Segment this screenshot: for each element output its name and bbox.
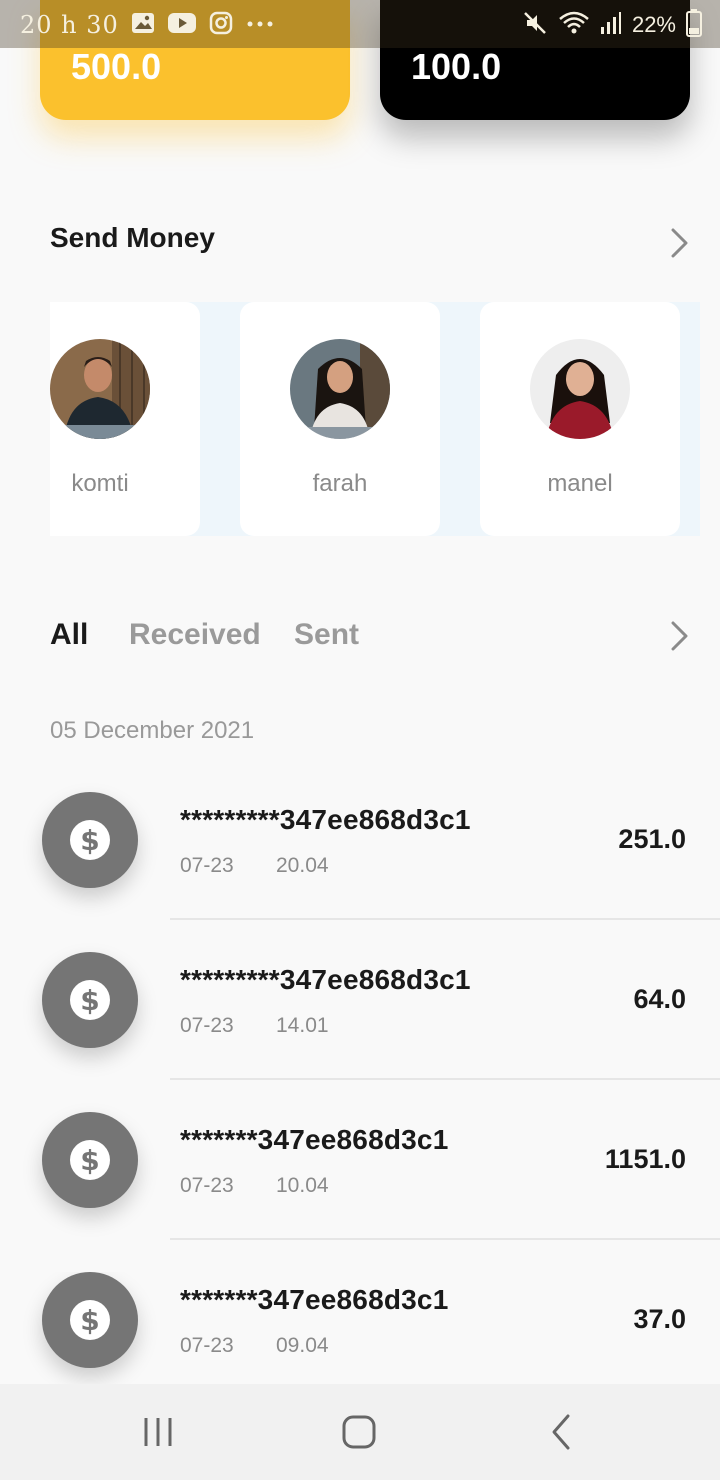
send-money-chevron-right-icon[interactable]	[668, 228, 692, 258]
transaction-time: 09.04	[276, 1334, 329, 1357]
status-time: 20 h 30	[20, 11, 119, 39]
svg-text:$: $	[80, 1304, 99, 1337]
svg-text:$: $	[80, 824, 99, 857]
transaction-row[interactable]: $ *******347ee868d3c1 07-23 09.04 37.0	[0, 1272, 720, 1384]
contact-name: komti	[71, 470, 129, 497]
transaction-row[interactable]: $ *******347ee868d3c1 07-23 10.04 1151.0	[0, 1112, 720, 1272]
tab-all[interactable]: All	[50, 618, 88, 652]
dollar-coin-icon: $	[42, 952, 138, 1048]
transaction-date: 07-23	[180, 1174, 234, 1197]
contact-card-manel[interactable]: manel	[480, 302, 680, 536]
back-icon[interactable]	[542, 1412, 582, 1452]
balance-amount: 500.0	[71, 46, 162, 87]
transaction-time: 20.04	[276, 854, 329, 877]
divider	[170, 918, 720, 920]
dollar-coin-icon: $	[42, 1272, 138, 1368]
balance-amount: 100.0	[411, 46, 502, 87]
instagram-icon	[209, 11, 233, 40]
home-icon[interactable]	[339, 1412, 379, 1452]
transaction-time: 10.04	[276, 1174, 329, 1197]
transaction-date: 07-23	[180, 1334, 234, 1357]
svg-text:$: $	[80, 984, 99, 1017]
transaction-time: 14.01	[276, 1014, 329, 1037]
transaction-id: *********347ee868d3c1	[180, 804, 471, 835]
wifi-icon	[558, 10, 590, 41]
transaction-amount: 64.0	[633, 984, 686, 1014]
transaction-id: *********347ee868d3c1	[180, 964, 471, 995]
contact-name: manel	[547, 470, 613, 497]
youtube-icon	[167, 12, 197, 39]
mute-icon	[522, 10, 548, 41]
recent-apps-icon[interactable]	[138, 1412, 178, 1452]
contacts-carousel[interactable]: komti farah manel	[50, 302, 700, 536]
transaction-amount: 251.0	[618, 824, 686, 854]
status-bar: 20 h 30 22%	[0, 0, 720, 48]
tab-received[interactable]: Received	[129, 618, 261, 652]
transaction-id: *******347ee868d3c1	[180, 1124, 449, 1155]
avatar	[530, 339, 630, 439]
transaction-id: *******347ee868d3c1	[180, 1284, 449, 1315]
battery-percent: 22%	[631, 12, 676, 37]
avatar	[290, 339, 390, 439]
avatar	[50, 339, 150, 439]
divider	[170, 1238, 720, 1240]
transaction-row[interactable]: $ *********347ee868d3c1 07-23 20.04 251.…	[0, 792, 720, 952]
transaction-amount: 37.0	[633, 1304, 686, 1334]
contact-card-komti[interactable]: komti	[50, 302, 200, 536]
signal-icon	[600, 11, 622, 40]
contact-card-farah[interactable]: farah	[240, 302, 440, 536]
dollar-coin-icon: $	[42, 792, 138, 888]
more-dots-icon	[245, 16, 275, 34]
tab-sent[interactable]: Sent	[294, 618, 359, 652]
transactions-chevron-right-icon[interactable]	[668, 621, 692, 651]
battery-icon	[686, 8, 702, 42]
svg-text:$: $	[80, 1144, 99, 1177]
transaction-date: 07-23	[180, 854, 234, 877]
system-navigation-bar	[0, 1384, 720, 1480]
dollar-coin-icon: $	[42, 1112, 138, 1208]
contact-name: farah	[312, 470, 368, 497]
transaction-date: 07-23	[180, 1014, 234, 1037]
gallery-icon	[131, 12, 155, 39]
divider	[170, 1078, 720, 1080]
send-money-title: Send Money	[50, 222, 215, 253]
transaction-amount: 1151.0	[604, 1144, 686, 1174]
transaction-row[interactable]: $ *********347ee868d3c1 07-23 14.01 64.0	[0, 952, 720, 1112]
date-header: 05 December 2021	[50, 717, 255, 744]
